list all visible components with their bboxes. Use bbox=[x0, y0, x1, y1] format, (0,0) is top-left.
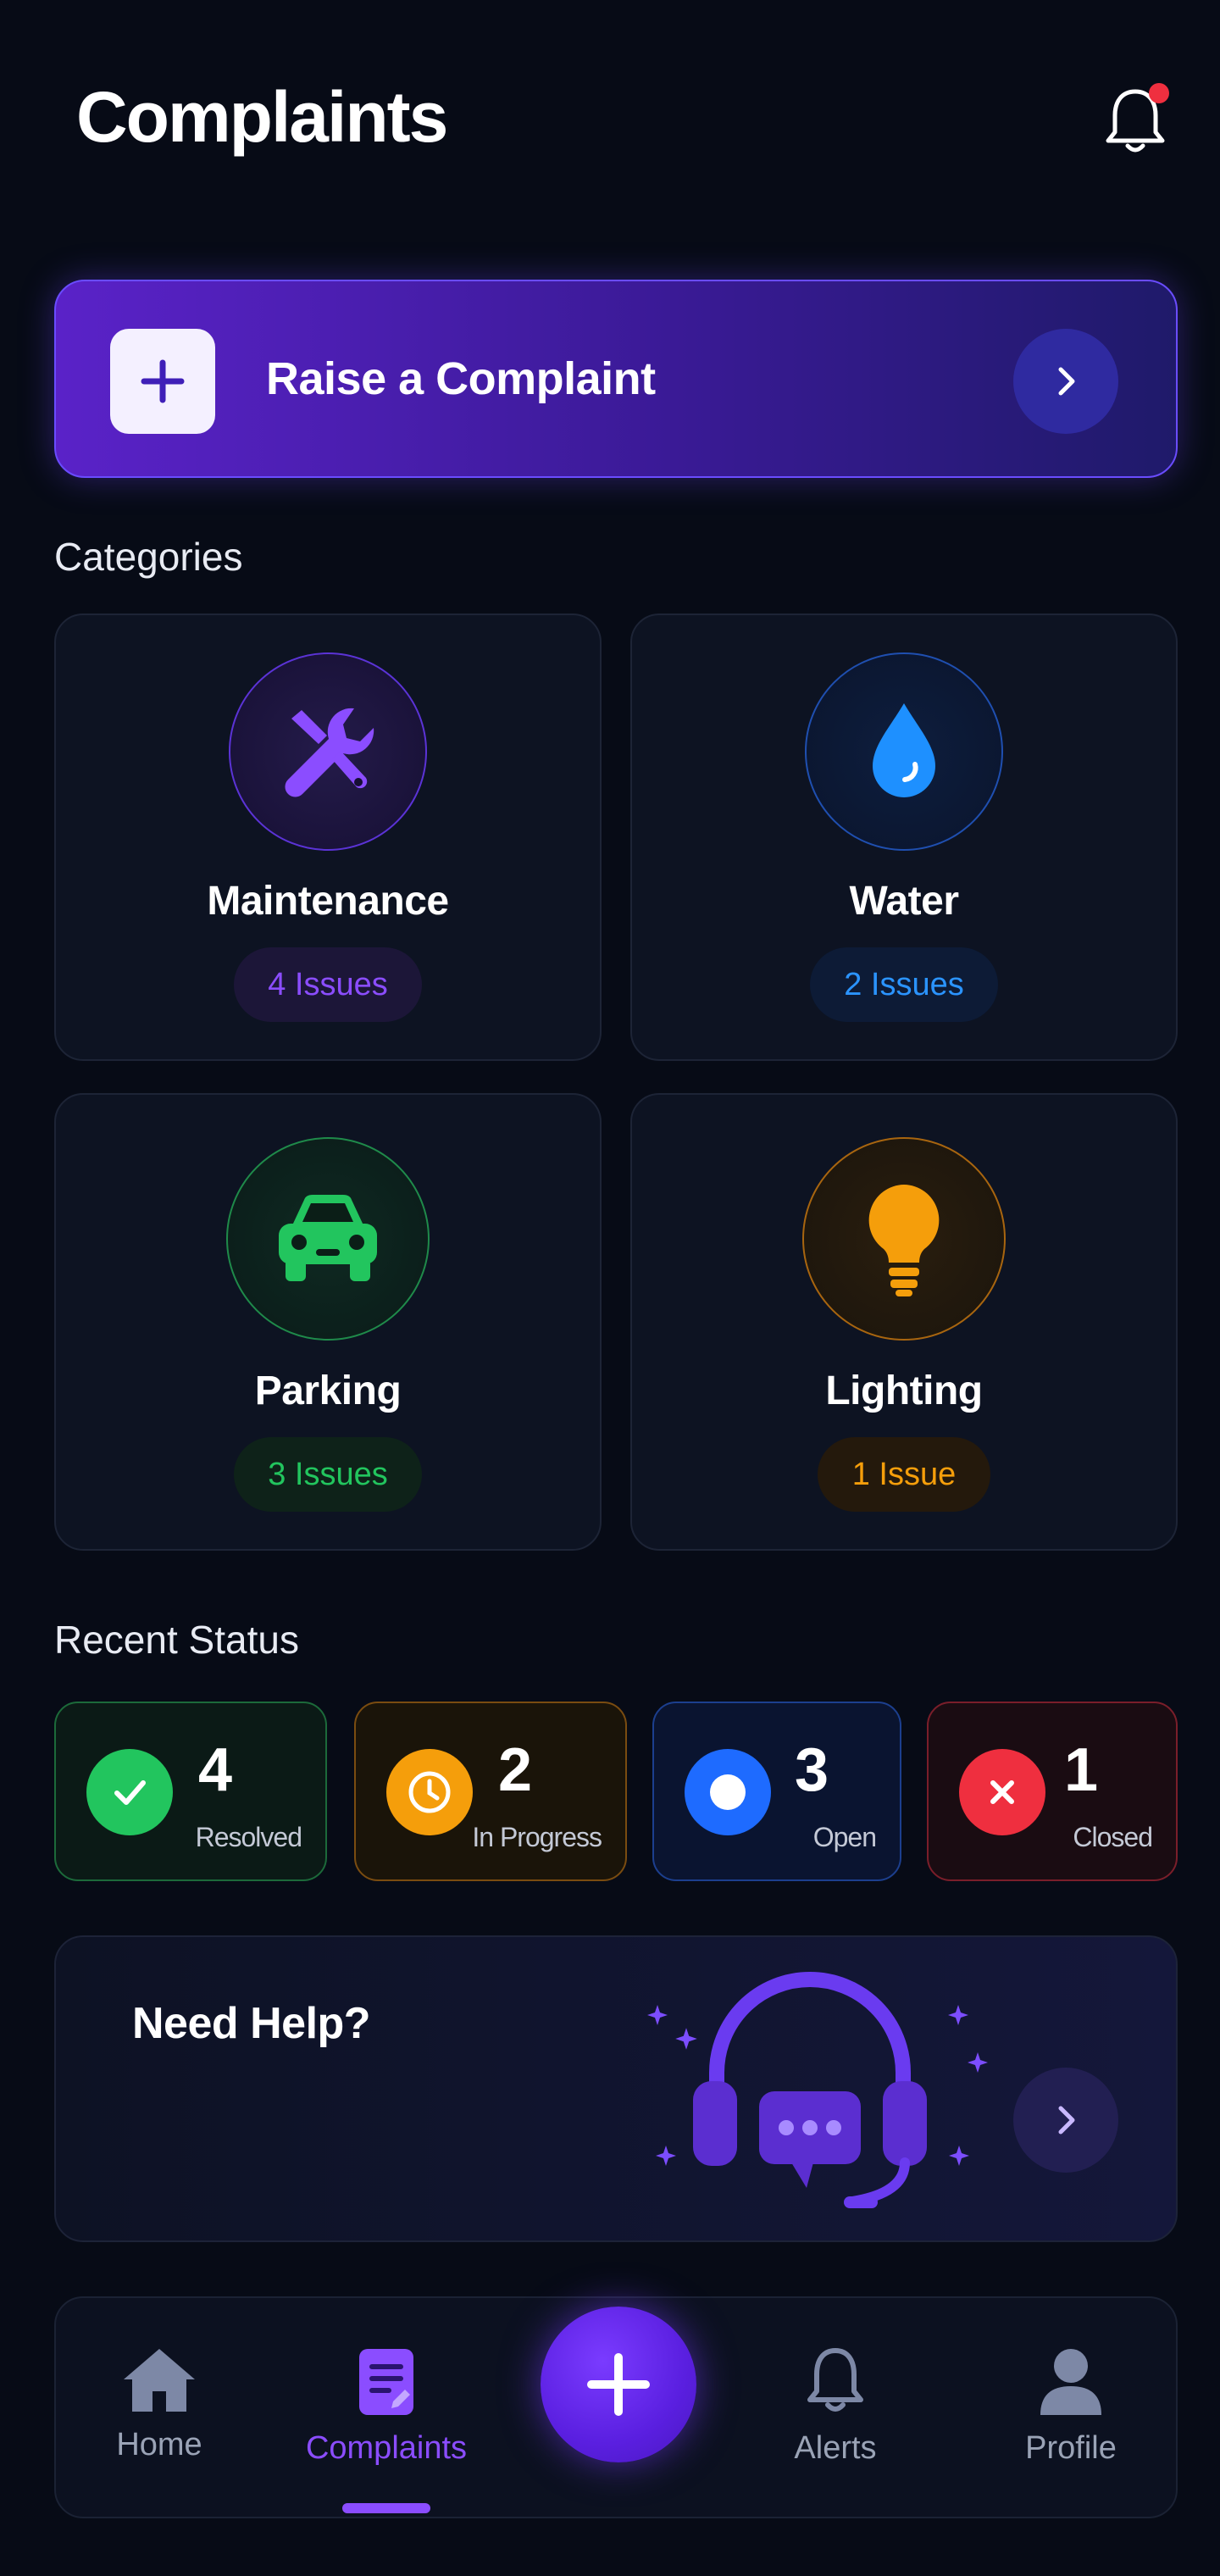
bell-icon bbox=[807, 2348, 863, 2412]
status-count: 2 bbox=[498, 1736, 533, 1804]
clock-icon bbox=[386, 1749, 473, 1835]
user-icon bbox=[1040, 2349, 1101, 2415]
status-label: Closed bbox=[1073, 1822, 1153, 1852]
category-card-maintenance[interactable]: Maintenance 4 Issues bbox=[54, 613, 602, 1061]
nav-label: Complaints bbox=[305, 2430, 468, 2466]
status-card-open[interactable]: 3 Open bbox=[652, 1702, 901, 1881]
plus-icon bbox=[110, 329, 215, 434]
nav-item-alerts[interactable]: Alerts bbox=[742, 2346, 929, 2467]
nav-item-complaints[interactable]: Complaints bbox=[293, 2346, 480, 2467]
help-title: Need Help? bbox=[132, 1999, 371, 2048]
light-bulb-icon bbox=[802, 1137, 1006, 1341]
issue-count-badge: 2 Issues bbox=[810, 947, 998, 1022]
bottom-nav: Home Complaints Alerts Profile bbox=[54, 2296, 1178, 2518]
page-title: Complaints bbox=[76, 77, 448, 157]
status-label: Open bbox=[812, 1822, 877, 1852]
categories-title: Categories bbox=[54, 535, 243, 579]
recent-status-title: Recent Status bbox=[54, 1618, 299, 1662]
raise-complaint-label: Raise a Complaint bbox=[266, 353, 656, 404]
x-icon bbox=[959, 1749, 1045, 1835]
issue-count-badge: 3 Issues bbox=[234, 1437, 422, 1512]
nav-label: Alerts bbox=[794, 2430, 877, 2466]
raise-complaint-button[interactable]: Raise a Complaint bbox=[54, 280, 1178, 478]
status-count: 4 bbox=[198, 1736, 233, 1804]
active-tab-indicator bbox=[342, 2503, 430, 2513]
chevron-right-icon bbox=[1013, 329, 1118, 434]
status-label: In Progress bbox=[472, 1822, 602, 1852]
status-count: 3 bbox=[795, 1736, 829, 1804]
headset-chat-icon bbox=[632, 1971, 988, 2225]
nav-item-home[interactable]: Home bbox=[66, 2346, 252, 2463]
add-complaint-button[interactable] bbox=[541, 2307, 696, 2462]
document-icon bbox=[359, 2349, 413, 2415]
check-icon bbox=[86, 1749, 173, 1835]
category-name: Water bbox=[849, 879, 959, 924]
status-card-closed[interactable]: 1 Closed bbox=[927, 1702, 1178, 1881]
water-drop-icon bbox=[805, 652, 1003, 851]
category-card-parking[interactable]: Parking 3 Issues bbox=[54, 1093, 602, 1551]
status-label: Resolved bbox=[195, 1822, 302, 1852]
category-card-water[interactable]: Water 2 Issues bbox=[630, 613, 1178, 1061]
category-name: Parking bbox=[254, 1368, 402, 1413]
nav-label: Home bbox=[116, 2427, 202, 2462]
category-name: Lighting bbox=[825, 1368, 983, 1413]
status-count: 1 bbox=[1064, 1736, 1099, 1804]
home-icon bbox=[124, 2349, 195, 2412]
issue-count-badge: 4 Issues bbox=[234, 947, 422, 1022]
issue-count-badge: 1 Issue bbox=[818, 1437, 990, 1512]
status-card-resolved[interactable]: 4 Resolved bbox=[54, 1702, 327, 1881]
chevron-right-icon[interactable] bbox=[1013, 2068, 1118, 2173]
wrench-screwdriver-icon bbox=[229, 652, 427, 851]
dot-icon bbox=[685, 1749, 771, 1835]
help-card[interactable]: Need Help? bbox=[54, 1935, 1178, 2242]
car-icon bbox=[226, 1137, 430, 1341]
notification-dot bbox=[1149, 83, 1169, 103]
plus-icon bbox=[587, 2353, 650, 2416]
category-name: Maintenance bbox=[207, 879, 449, 924]
nav-label: Profile bbox=[1025, 2430, 1117, 2466]
status-card-in-progress[interactable]: 2 In Progress bbox=[354, 1702, 627, 1881]
nav-item-profile[interactable]: Profile bbox=[978, 2346, 1164, 2467]
category-card-lighting[interactable]: Lighting 1 Issue bbox=[630, 1093, 1178, 1551]
